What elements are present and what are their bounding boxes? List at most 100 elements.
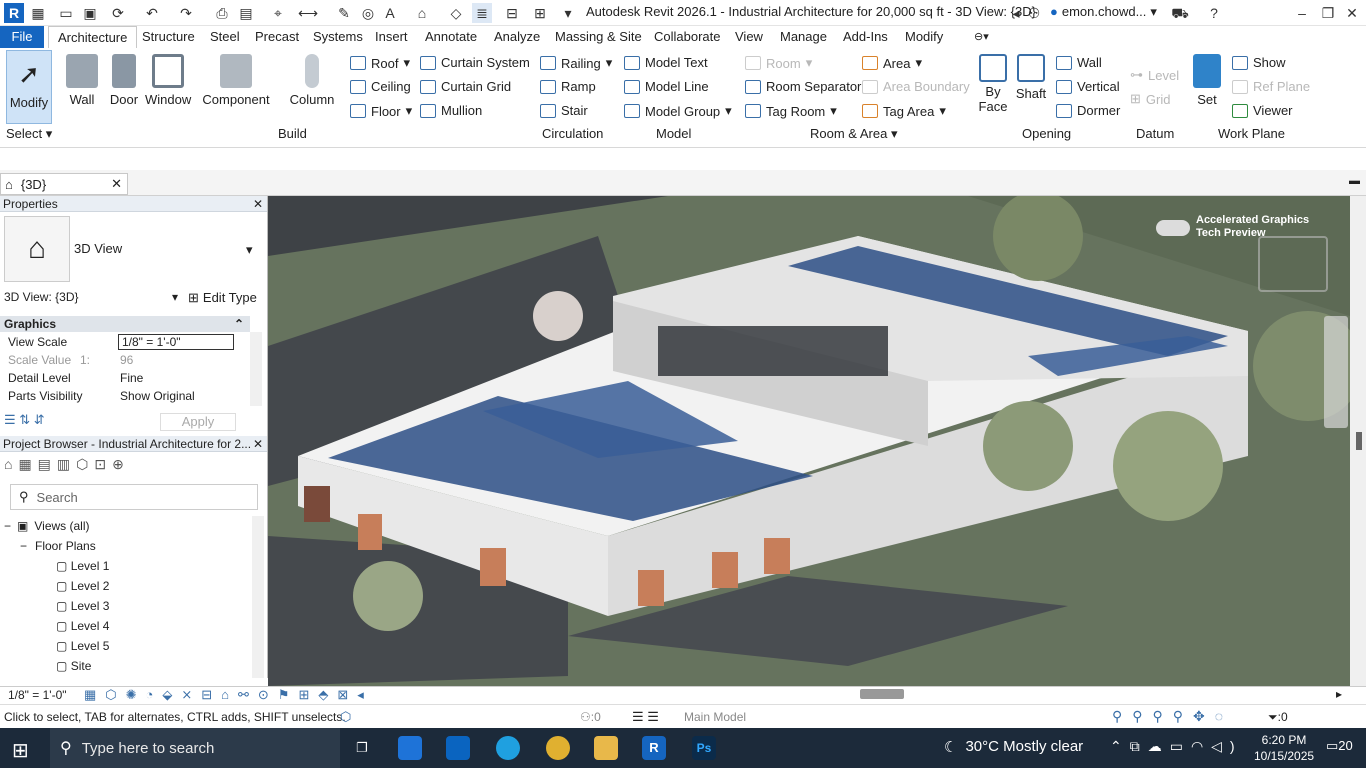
apply-button[interactable]: Apply xyxy=(160,413,236,431)
railing-button[interactable]: Railing ▾ xyxy=(540,55,612,71)
filter-count[interactable]: ⏷:0 xyxy=(1268,710,1288,725)
tree-item[interactable]: ▢ Level 4 xyxy=(56,619,109,633)
selection-options-icons[interactable]: ⚲⚲⚲⚲✥◌ xyxy=(1112,708,1233,725)
design-options-icon[interactable]: ☰ ☰ xyxy=(632,709,659,725)
chrome-icon[interactable] xyxy=(546,736,570,760)
edge-icon[interactable] xyxy=(496,736,520,760)
curtain-system-button[interactable]: Curtain System xyxy=(420,55,530,70)
tab-analyze[interactable]: Analyze xyxy=(494,28,540,46)
taskbar-search[interactable]: ⚲ Type here to search xyxy=(50,728,340,768)
dimension-icon[interactable]: ⟷ xyxy=(298,3,318,23)
3d-view-icon[interactable]: ⌂ xyxy=(412,3,432,23)
tray-icons[interactable]: ⌃⧉☁▭◠◁) xyxy=(1110,738,1243,755)
prop-row[interactable]: Parts Visibility Show Original xyxy=(0,387,250,405)
tab-modify[interactable]: Modify xyxy=(905,28,943,46)
outlook-icon[interactable] xyxy=(446,736,470,760)
3d-viewport[interactable]: Accelerated Graphics Tech Preview xyxy=(268,196,1350,686)
notifications[interactable]: ▭20 xyxy=(1326,738,1353,754)
viewcube[interactable] xyxy=(1258,236,1328,292)
tab-steel[interactable]: Steel xyxy=(210,28,240,46)
grid-button[interactable]: ⊞ Grid xyxy=(1130,91,1170,107)
properties-filter-icon[interactable]: ☰ ⇅ ⇵ xyxy=(4,412,45,428)
help-icon[interactable]: ? xyxy=(1204,3,1224,23)
mullion-button[interactable]: Mullion xyxy=(420,103,482,118)
undo-icon[interactable]: ↶ xyxy=(142,3,162,23)
tag-area-button[interactable]: Tag Area ▾ xyxy=(862,103,946,119)
type-dropdown-icon[interactable]: ▾ xyxy=(246,242,253,258)
tab-insert[interactable]: Insert xyxy=(375,28,408,46)
close-tab-icon[interactable]: ✕ xyxy=(111,176,122,192)
worksharing-icon[interactable]: ⬡ xyxy=(340,709,351,725)
instance-selector[interactable]: 3D View: {3D} ▾ xyxy=(4,290,184,304)
revit-logo-icon[interactable]: R xyxy=(4,3,24,23)
ribbon-toggle-icon[interactable]: ⊖▾ xyxy=(974,28,989,46)
area-button[interactable]: Area ▾ xyxy=(862,55,922,71)
level-button[interactable]: ⊶ Level xyxy=(1130,67,1179,83)
model-group-button[interactable]: Model Group ▾ xyxy=(624,103,732,119)
user-account[interactable]: ● emon.chowd... ▾ xyxy=(1050,4,1157,20)
wall-button[interactable]: Wall xyxy=(64,54,100,107)
horizontal-scroll-thumb[interactable] xyxy=(860,689,904,699)
by-face-button[interactable]: By Face xyxy=(976,54,1010,114)
home-icon[interactable]: ▦ xyxy=(28,3,48,23)
shaft-button[interactable]: Shaft xyxy=(1014,54,1048,101)
scroll-right-icon[interactable]: ▸ xyxy=(1336,687,1342,701)
close-icon[interactable]: ✕ xyxy=(253,436,263,452)
redo-icon[interactable]: ↷ xyxy=(176,3,196,23)
curtain-grid-button[interactable]: Curtain Grid xyxy=(420,79,511,94)
vertical-button[interactable]: Vertical xyxy=(1056,79,1120,94)
photoshop-icon[interactable]: Ps xyxy=(692,736,716,760)
view-scale-input[interactable]: 1/8" = 1'-0" xyxy=(118,334,234,350)
browser-scrollbar[interactable] xyxy=(252,516,264,678)
save-icon[interactable]: ▣ xyxy=(80,3,100,23)
stair-button[interactable]: Stair xyxy=(540,103,588,118)
close-icon[interactable]: ✕ xyxy=(1342,3,1362,23)
open-icon[interactable]: ▭ xyxy=(56,3,76,23)
tag-room-button[interactable]: Tag Room ▾ xyxy=(745,103,837,119)
print-icon[interactable]: ⎙ xyxy=(212,3,232,23)
close-icon[interactable]: ✕ xyxy=(253,196,263,212)
set-button[interactable]: Set xyxy=(1190,54,1224,107)
active-model[interactable]: Main Model xyxy=(684,710,746,724)
tree-item[interactable]: ▢ Site xyxy=(56,659,91,673)
roof-button[interactable]: Roof ▾ xyxy=(350,55,410,71)
text-icon[interactable]: A xyxy=(380,3,400,23)
tab-list-icon[interactable]: ▬ xyxy=(1349,175,1360,187)
tree-item[interactable]: ▢ Level 5 xyxy=(56,639,109,653)
edit-type-button[interactable]: ⊞ Edit Type xyxy=(188,290,257,306)
customize-qat-icon[interactable]: ▾ xyxy=(558,3,578,23)
tree-root[interactable]: − ▣ Views (all) xyxy=(4,519,89,533)
window-button[interactable]: Window xyxy=(145,54,191,107)
door-button[interactable]: Door xyxy=(106,54,142,107)
tab-add-ins[interactable]: Add-Ins xyxy=(843,28,888,46)
browser-toolbar-icons[interactable]: ⌂▦▤▥⬡⊡⊕ xyxy=(4,456,130,473)
task-view-icon[interactable]: ❐ xyxy=(350,736,374,760)
browser-search[interactable]: ⚲ Search xyxy=(10,484,258,510)
tree-floor-plans[interactable]: − Floor Plans xyxy=(20,539,96,553)
file-explorer-icon[interactable] xyxy=(594,736,618,760)
clock[interactable]: 6:20 PM 10/15/2025 xyxy=(1254,732,1314,764)
revit-taskbar-icon[interactable]: R xyxy=(642,736,666,760)
cart-icon[interactable]: ⛟ xyxy=(1170,3,1190,23)
room-separator-button[interactable]: Room Separator xyxy=(745,79,861,94)
opening-wall-button[interactable]: Wall xyxy=(1056,55,1102,70)
navigation-bar[interactable] xyxy=(1324,316,1348,428)
properties-scrollbar[interactable] xyxy=(250,332,262,406)
tab-architecture[interactable]: Architecture xyxy=(48,26,138,48)
scroll-thumb[interactable] xyxy=(1356,432,1362,450)
component-button[interactable]: Component xyxy=(200,54,272,107)
chevron-left-icon[interactable]: ◂ xyxy=(1006,3,1026,23)
section-icon[interactable]: ◇ xyxy=(446,3,466,23)
area-boundary-button[interactable]: Area Boundary xyxy=(862,79,970,94)
tree-item[interactable]: ▢ Level 1 xyxy=(56,559,109,573)
model-text-button[interactable]: Model Text xyxy=(624,55,708,70)
tab-collaborate[interactable]: Collaborate xyxy=(654,28,721,46)
tree-item[interactable]: ▢ Level 3 xyxy=(56,599,109,613)
accelerated-graphics-toggle[interactable] xyxy=(1156,220,1190,236)
view-scale-display[interactable]: 1/8" = 1'-0" xyxy=(8,688,67,702)
tag-icon[interactable]: ✎ xyxy=(334,3,354,23)
tree-item[interactable]: ▢ Level 2 xyxy=(56,579,109,593)
tab-structure[interactable]: Structure xyxy=(142,28,195,46)
column-button[interactable]: Column xyxy=(286,54,338,107)
measure-icon[interactable]: ⌖ xyxy=(268,3,288,23)
